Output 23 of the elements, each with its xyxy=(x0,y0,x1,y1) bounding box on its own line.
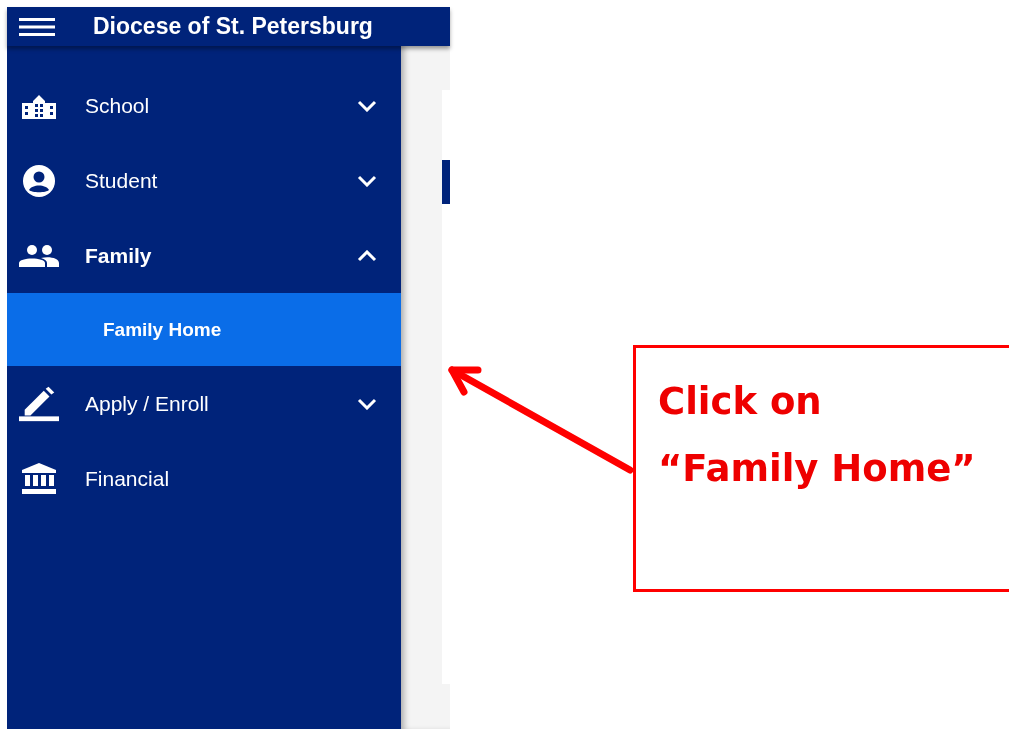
sidebar-item-label: School xyxy=(85,93,151,118)
app-title: Diocese of St. Petersburg xyxy=(93,13,373,40)
sidebar-item[interactable]: School xyxy=(7,68,401,143)
pencil-icon xyxy=(19,385,59,422)
sidebar-item[interactable]: Financial xyxy=(7,441,401,516)
chevron-down-icon xyxy=(357,174,377,187)
sidebar-item[interactable]: Apply / Enroll xyxy=(7,366,401,441)
sidebar-item-label: Student xyxy=(85,168,159,193)
chevron-up-icon xyxy=(357,249,377,262)
chevron-down-icon xyxy=(357,99,377,112)
bank-icon xyxy=(19,462,59,495)
sidebar-item-label: Family xyxy=(85,243,153,268)
building-icon xyxy=(19,92,59,119)
sidebar-item-label: Financial xyxy=(85,466,171,491)
sidebar-item[interactable]: Student xyxy=(7,143,401,218)
header-strip xyxy=(442,160,450,204)
menu-icon[interactable] xyxy=(19,16,55,37)
callout-text: Click on “Family Home” xyxy=(658,379,977,492)
sidebar-item-label: Apply / Enroll xyxy=(85,391,210,416)
chevron-down-icon xyxy=(357,397,377,410)
sidebar-item[interactable]: Family xyxy=(7,218,401,293)
people-icon xyxy=(19,244,59,267)
sidebar-subitem[interactable]: Family Home xyxy=(7,293,401,366)
